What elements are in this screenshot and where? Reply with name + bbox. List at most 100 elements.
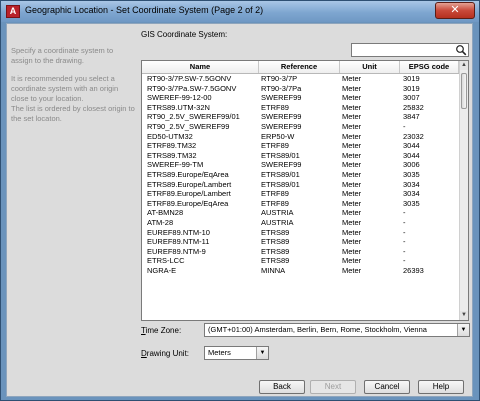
table-row[interactable]: EUREF89.NTM-9 ETRS89 Meter - xyxy=(142,247,459,257)
scroll-down-arrow-icon[interactable]: ▼ xyxy=(460,311,468,320)
cell-reference: ETRS89 xyxy=(261,227,290,237)
help-paragraph-1: Specify a coordinate system to assign to… xyxy=(11,46,114,65)
cell-unit: Meter xyxy=(342,246,362,256)
autocad-app-icon: A xyxy=(6,5,20,18)
cancel-button[interactable]: Cancel xyxy=(364,380,410,394)
table-row[interactable]: ETRF89.TM32 ETRF89 Meter 3044 xyxy=(142,141,459,151)
cell-name: ETRS89.TM32 xyxy=(147,150,197,160)
cell-reference: ETRF89 xyxy=(261,141,289,151)
column-header-epsg-code[interactable]: EPSG code xyxy=(400,61,459,73)
close-button[interactable]: ✕ xyxy=(435,2,475,19)
table-row[interactable]: ETRS89.Europe/Lambert ETRS89/01 Meter 3034 xyxy=(142,180,459,190)
table-row[interactable]: AT-BMN28 AUSTRIA Meter - xyxy=(142,208,459,218)
table-row[interactable]: SWEREF-99-TM SWEREF99 Meter 3006 xyxy=(142,160,459,170)
table-row[interactable]: ATM-28 AUSTRIA Meter - xyxy=(142,218,459,228)
table-row[interactable]: NGRA-E MINNA Meter 26393 xyxy=(142,266,459,276)
column-header-reference[interactable]: Reference xyxy=(259,61,340,73)
cell-unit: Meter xyxy=(342,198,362,208)
table-row[interactable]: RT90-3/7P.SW-7.5GONV RT90-3/7P Meter 3019 xyxy=(142,74,459,84)
table-row[interactable]: EUREF89.NTM-10 ETRS89 Meter - xyxy=(142,228,459,238)
cell-epsg-code: 23032 xyxy=(403,131,424,141)
table-row[interactable]: ETRF89.Europe/Lambert ETRF89 Meter 3034 xyxy=(142,189,459,199)
chevron-down-icon[interactable]: ▼ xyxy=(457,324,469,336)
cell-name: RT90-3/7P.SW-7.5GONV xyxy=(147,74,232,83)
table-row[interactable]: ETRF89.Europe/EqArea ETRF89 Meter 3035 xyxy=(142,199,459,209)
table-row[interactable] xyxy=(142,275,459,285)
cell-epsg-code: 3034 xyxy=(403,189,420,199)
cell-reference: ETRF89 xyxy=(261,102,289,112)
help-text-panel: Specify a coordinate system to assign to… xyxy=(11,46,135,132)
table-row[interactable]: SWEREF-99-12-00 SWEREF99 Meter 3007 xyxy=(142,93,459,103)
table-row[interactable]: ETRS89.UTM-32N ETRF89 Meter 25832 xyxy=(142,103,459,113)
coordinate-system-list[interactable]: Name Reference Unit EPSG code RT90-3/7P.… xyxy=(141,60,469,321)
cell-unit: Meter xyxy=(342,169,362,179)
table-row[interactable]: RT90_2.5V_SWEREF99 SWEREF99 Meter - xyxy=(142,122,459,132)
cell-reference: SWEREF99 xyxy=(261,93,302,103)
next-button[interactable]: Next xyxy=(310,380,356,394)
cell-reference: SWEREF99 xyxy=(261,112,302,122)
cell-unit: Meter xyxy=(342,141,362,151)
cell-reference: ERP50-W xyxy=(261,131,295,141)
cell-reference: ETRS89/01 xyxy=(261,150,300,160)
cell-unit: Meter xyxy=(342,256,362,266)
cell-name: ETRS89.Europe/EqArea xyxy=(147,169,229,179)
search-input[interactable] xyxy=(351,43,469,57)
cell-name: ETRF89.TM32 xyxy=(147,141,197,151)
cell-unit: Meter xyxy=(342,265,362,275)
scroll-up-arrow-icon[interactable]: ▲ xyxy=(460,61,468,70)
cell-unit: Meter xyxy=(342,102,362,112)
cell-epsg-code: 3847 xyxy=(403,112,420,122)
back-button[interactable]: Back xyxy=(259,380,305,394)
cell-name: EUREF89.NTM-10 xyxy=(147,227,210,237)
cell-epsg-code: - xyxy=(403,256,406,266)
table-row[interactable]: ED50-UTM32 ERP50-W Meter 23032 xyxy=(142,132,459,142)
cell-name: ETRS-LCC xyxy=(147,256,185,266)
cell-epsg-code: 3019 xyxy=(403,83,420,93)
cell-name: ETRF89.Europe/EqArea xyxy=(147,198,229,208)
help-button[interactable]: Help xyxy=(418,380,464,394)
cell-unit: Meter xyxy=(342,83,362,93)
cell-reference: ETRS89 xyxy=(261,237,290,247)
vertical-scrollbar[interactable]: ▲ ▼ xyxy=(459,61,468,320)
cell-name: ED50-UTM32 xyxy=(147,131,193,141)
dialog-client-area: Specify a coordinate system to assign to… xyxy=(6,23,473,397)
cell-epsg-code: 3019 xyxy=(403,74,420,83)
column-header-unit[interactable]: Unit xyxy=(340,61,400,73)
table-row[interactable]: ETRS-LCC ETRS89 Meter - xyxy=(142,256,459,266)
table-row[interactable]: RT90-3/7Pa.SW-7.5GONV RT90-3/7Pa Meter 3019 xyxy=(142,84,459,94)
time-zone-value: (GMT+01:00) Amsterdam, Berlin, Bern, Rom… xyxy=(208,325,427,334)
dialog-window: A Geographic Location - Set Coordinate S… xyxy=(0,0,480,401)
cell-epsg-code: - xyxy=(403,237,406,247)
cell-reference: ETRF89 xyxy=(261,189,289,199)
column-header-name[interactable]: Name xyxy=(142,61,259,73)
list-rows: RT90-3/7P.SW-7.5GONV RT90-3/7P Meter 3019 RT… xyxy=(142,74,459,285)
cell-unit: Meter xyxy=(342,112,362,122)
drawing-unit-select[interactable]: Meters ▼ xyxy=(204,346,269,360)
table-row[interactable]: ETRS89.TM32 ETRS89/01 Meter 3044 xyxy=(142,151,459,161)
cell-unit: Meter xyxy=(342,227,362,237)
title-bar[interactable]: A Geographic Location - Set Coordinate S… xyxy=(1,1,479,22)
cell-name: NGRA-E xyxy=(147,265,177,275)
scrollbar-thumb[interactable] xyxy=(461,73,467,109)
cell-unit: Meter xyxy=(342,217,362,227)
cell-name: EUREF89.NTM-9 xyxy=(147,246,206,256)
table-row[interactable]: RT90_2.5V_SWEREF99/01 SWEREF99 Meter 3847 xyxy=(142,112,459,122)
cell-reference: MINNA xyxy=(261,265,286,275)
time-zone-select[interactable]: (GMT+01:00) Amsterdam, Berlin, Bern, Rom… xyxy=(204,323,470,337)
chevron-down-icon[interactable]: ▼ xyxy=(256,347,268,359)
table-row[interactable]: ETRS89.Europe/EqArea ETRS89/01 Meter 3035 xyxy=(142,170,459,180)
cell-name: ETRS89.Europe/Lambert xyxy=(147,179,232,189)
cell-reference: ETRF89 xyxy=(261,198,289,208)
gis-coordinate-system-label: GIS Coordinate System: xyxy=(141,30,228,39)
cell-unit: Meter xyxy=(342,189,362,199)
cell-unit: Meter xyxy=(342,150,362,160)
cell-reference: ETRS89 xyxy=(261,256,290,266)
cell-epsg-code: - xyxy=(403,217,406,227)
cell-unit: Meter xyxy=(342,121,362,131)
cell-reference: ETRS89/01 xyxy=(261,169,300,179)
cell-epsg-code: 3044 xyxy=(403,141,420,151)
cell-reference: RT90-3/7Pa xyxy=(261,83,302,93)
cell-name: RT90_2.5V_SWEREF99 xyxy=(147,121,230,131)
table-row[interactable]: EUREF89.NTM-11 ETRS89 Meter - xyxy=(142,237,459,247)
search-icon[interactable] xyxy=(455,44,467,56)
